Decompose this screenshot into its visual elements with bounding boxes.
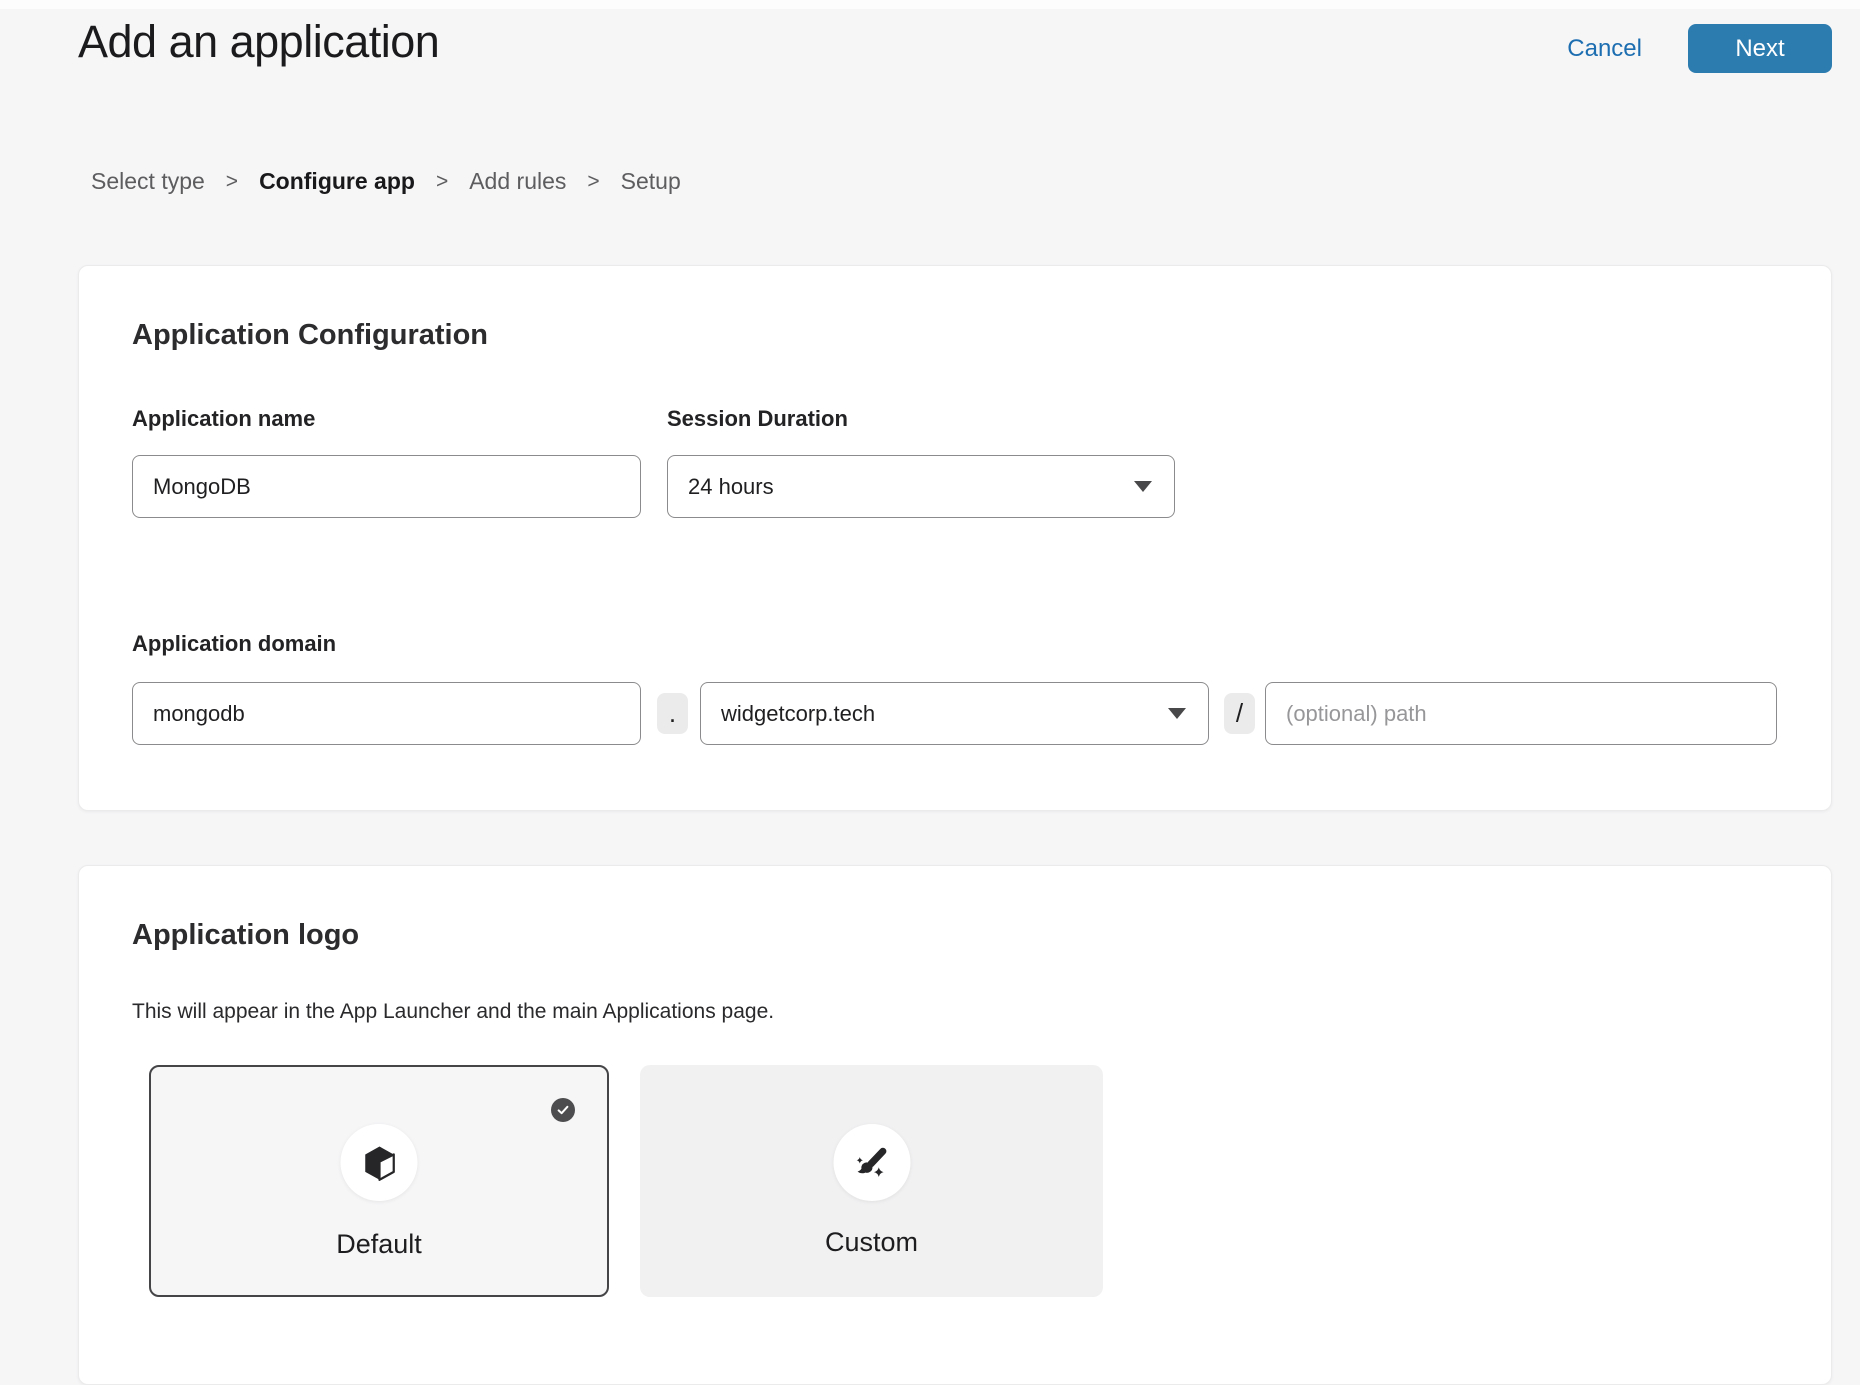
breadcrumb-step-setup[interactable]: Setup <box>621 168 681 195</box>
breadcrumb: Select type > Configure app > Add rules … <box>91 168 681 195</box>
logo-option-default[interactable]: Default <box>149 1065 609 1297</box>
application-name-label: Application name <box>132 406 315 432</box>
breadcrumb-step-configure-app[interactable]: Configure app <box>259 168 415 195</box>
logo-option-custom-label: Custom <box>640 1227 1103 1258</box>
logo-option-custom[interactable]: Custom <box>640 1065 1103 1297</box>
application-domain-label: Application domain <box>132 631 336 657</box>
page-title: Add an application <box>78 16 439 68</box>
dot-separator: . <box>657 693 688 734</box>
logo-option-default-label: Default <box>151 1229 607 1260</box>
path-input[interactable] <box>1265 682 1777 745</box>
application-logo-card: Application logo This will appear in the… <box>78 865 1832 1385</box>
application-configuration-card: Application Configuration Application na… <box>78 265 1832 811</box>
breadcrumb-separator: > <box>587 170 599 194</box>
session-duration-value: 24 hours <box>688 474 774 500</box>
paintbrush-sparkles-icon <box>833 1124 910 1201</box>
next-button[interactable]: Next <box>1688 24 1832 73</box>
caret-down-icon <box>1168 708 1186 719</box>
breadcrumb-step-select-type[interactable]: Select type <box>91 168 205 195</box>
session-duration-label: Session Duration <box>667 406 848 432</box>
cancel-button[interactable]: Cancel <box>1567 35 1642 63</box>
breadcrumb-step-add-rules[interactable]: Add rules <box>469 168 566 195</box>
cube-icon <box>341 1124 418 1201</box>
caret-down-icon <box>1134 481 1152 492</box>
slash-separator: / <box>1224 693 1255 734</box>
domain-select[interactable]: widgetcorp.tech <box>700 682 1209 745</box>
top-edge-strip <box>0 0 1860 9</box>
check-icon <box>551 1098 575 1122</box>
logo-description: This will appear in the App Launcher and… <box>132 1000 774 1024</box>
session-duration-select[interactable]: 24 hours <box>667 455 1175 518</box>
breadcrumb-separator: > <box>436 170 448 194</box>
header-actions: Cancel Next <box>1567 24 1832 73</box>
logo-heading: Application logo <box>132 919 359 952</box>
application-name-input[interactable] <box>132 455 641 518</box>
subdomain-input[interactable] <box>132 682 641 745</box>
domain-value: widgetcorp.tech <box>721 701 875 727</box>
breadcrumb-separator: > <box>226 170 238 194</box>
configuration-heading: Application Configuration <box>132 319 488 352</box>
